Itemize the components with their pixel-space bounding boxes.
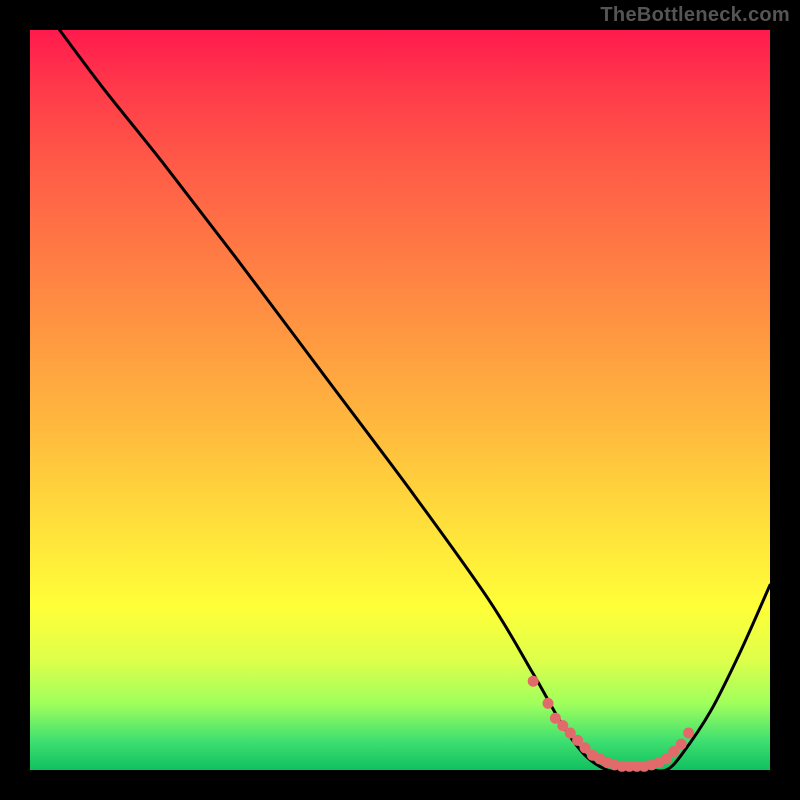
chart-frame: TheBottleneck.com — [0, 0, 800, 800]
curve-svg — [30, 30, 770, 770]
highlight-dots — [528, 676, 694, 772]
bottleneck-curve — [60, 30, 770, 771]
highlight-dot — [676, 739, 687, 750]
plot-area — [30, 30, 770, 770]
highlight-dot — [528, 676, 539, 687]
highlight-dot — [683, 728, 694, 739]
watermark-text: TheBottleneck.com — [600, 4, 790, 27]
highlight-dot — [543, 698, 554, 709]
